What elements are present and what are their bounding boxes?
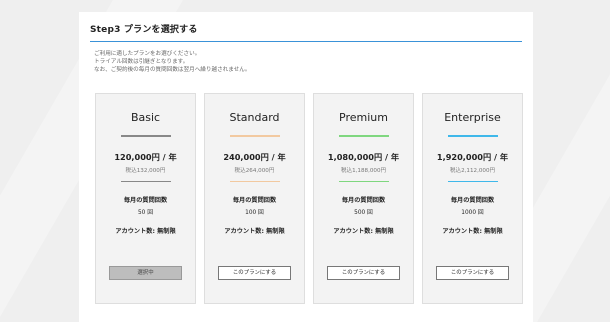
plan-divider-bar [120,180,171,182]
plan-name: Basic [130,111,161,124]
monthly-questions-value: 100 回 [245,210,264,216]
plan-select-button[interactable]: このプランにする [327,266,400,280]
plan-divider-bar [338,180,389,182]
plan-divider-bar [447,180,498,182]
plan-price-tax: 税込264,000円 [234,167,275,174]
plan-price-tax: 税込132,000円 [125,167,166,174]
plan-select-button[interactable]: 選択中 [109,266,182,280]
monthly-questions-label: 毎月の質問回数 [450,197,495,204]
monthly-questions-value: 1000 回 [461,210,484,216]
plan-accent-bar [338,135,389,137]
plan-name: Standard [229,111,280,124]
monthly-questions-label: 毎月の質問回数 [341,197,386,204]
plan-accent-bar [120,135,171,137]
plan-accent-bar [229,135,280,137]
plan-price: 240,000円 / 年 [223,151,286,162]
account-count: アカウント数: 無制限 [115,228,176,235]
note-line: ご利用に適したプランをお選びください。 [94,51,201,57]
note-line: トライアル回数は引継ぎとなります。 [94,59,189,65]
monthly-questions-label: 毎月の質問回数 [123,197,168,204]
plan-card-premium: Premium 1,080,000円 / 年 税込1,188,000円 毎月の質… [313,93,414,304]
plan-price: 120,000円 / 年 [114,151,177,162]
plan-price-tax: 税込1,188,000円 [340,167,387,174]
note-line: なお、ご契約後の毎月の質問回数は翌月へ繰り越されません。 [94,67,251,73]
plan-select-button[interactable]: このプランにする [218,266,291,280]
monthly-questions-label: 毎月の質問回数 [232,197,277,204]
account-count: アカウント数: 無制限 [224,228,285,235]
plan-card-basic: Basic 120,000円 / 年 税込132,000円 毎月の質問回数 50… [95,93,196,304]
monthly-questions-value: 500 回 [354,210,373,216]
monthly-questions-value: 50 回 [137,210,154,216]
plan-card-standard: Standard 240,000円 / 年 税込264,000円 毎月の質問回数… [204,93,305,304]
account-count: アカウント数: 無制限 [333,228,394,235]
step-title: Step3 プランを選択する [90,22,522,42]
notes: ご利用に適したプランをお選びください。 トライアル回数は引継ぎとなります。 なお… [94,50,522,74]
plan-card-enterprise: Enterprise 1,920,000円 / 年 税込2,112,000円 毎… [422,93,523,304]
plan-price: 1,080,000円 / 年 [327,151,400,162]
plan-accent-bar [447,135,498,137]
plan-divider-bar [229,180,280,182]
account-count: アカウント数: 無制限 [442,228,503,235]
plan-select-button[interactable]: このプランにする [436,266,509,280]
plan-price-tax: 税込2,112,000円 [449,167,496,174]
plan-name: Premium [339,111,388,124]
plan-list: Basic 120,000円 / 年 税込132,000円 毎月の質問回数 50… [95,93,523,304]
plan-price: 1,920,000円 / 年 [436,151,509,162]
plan-name: Enterprise [444,111,501,124]
